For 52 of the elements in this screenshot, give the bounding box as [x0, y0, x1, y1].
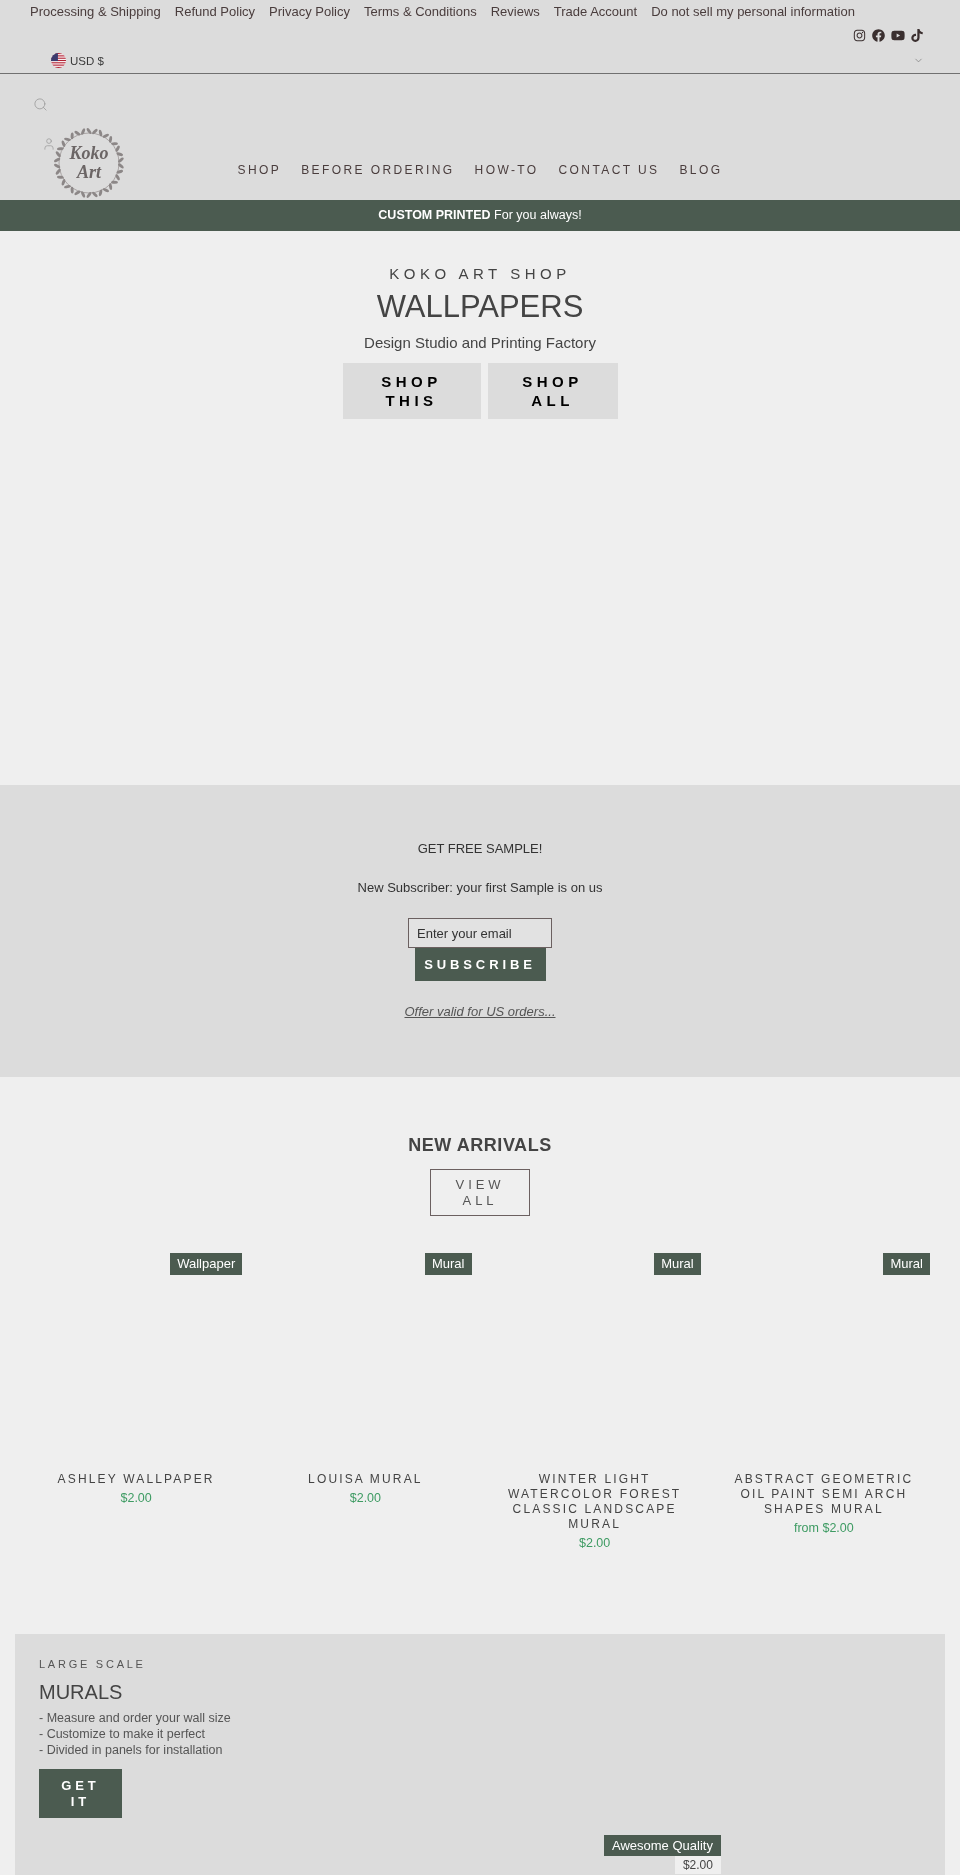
product-title[interactable]: LOUISA MURAL [259, 1472, 472, 1487]
youtube-icon[interactable] [891, 29, 905, 42]
murals-kicker: LARGE SCALE [39, 1657, 146, 1672]
tiktok-icon[interactable] [911, 29, 923, 42]
product-price: $2.00 [119, 1491, 153, 1506]
top-link[interactable]: Refund Policy [174, 4, 256, 20]
hero-title: WALLPAPERS [376, 289, 584, 325]
nav-link[interactable]: BLOG [679, 163, 723, 178]
offer-link[interactable]: Offer valid for US orders... [404, 1004, 556, 1020]
shop-button[interactable]: SHOP THIS [342, 363, 481, 419]
email-field[interactable]: Enter your email [408, 918, 552, 948]
murals-bullet: - Measure and order your wall size [39, 1710, 231, 1726]
top-link[interactable]: Processing & Shipping [30, 4, 161, 20]
top-link[interactable]: Trade Account [553, 4, 638, 20]
flag-icon [51, 53, 66, 68]
product-price: $2.00 [348, 1491, 382, 1506]
section-title: NEW ARRIVALS [408, 1134, 552, 1156]
product-price: from $2.00 [793, 1521, 855, 1536]
nav-link[interactable]: HOW-TO [474, 163, 539, 178]
product-tag: Awesome Quality [604, 1835, 721, 1856]
product-tag: Mural [883, 1253, 930, 1275]
nav-link[interactable]: BEFORE ORDERING [301, 163, 455, 178]
shop-button[interactable]: SHOP ALL [487, 363, 618, 419]
nav-link[interactable]: CONTACT US [558, 163, 660, 178]
newsletter-title: GET FREE SAMPLE! [417, 841, 543, 857]
view-all-button[interactable]: VIEW ALL [430, 1169, 530, 1216]
product-tag: Wallpaper [170, 1253, 243, 1275]
nav-link[interactable]: SHOP [237, 163, 282, 178]
subscribe-button[interactable]: SUBSCRIBE [414, 948, 546, 981]
announcement-text: CUSTOM PRINTED For you always! [378, 207, 582, 225]
product-price: $2.00 [578, 1536, 612, 1551]
product-price: $2.00 [674, 1856, 721, 1874]
get-it-button[interactable]: GET IT [39, 1769, 122, 1818]
product-title[interactable]: ABSTRACT GEOMETRIC OIL PAINT SEMI ARCH SHAPES MURAL [717, 1472, 930, 1517]
wreath-icon [52, 126, 126, 200]
murals-bullet: - Divided in panels for installation [39, 1742, 224, 1758]
top-link[interactable]: Terms & Conditions [363, 4, 477, 20]
product-title[interactable]: WINTER LIGHT WATERCOLOR FOREST CLASSIC LANDSCAPE MURAL [488, 1472, 701, 1532]
currency-select[interactable]: USD $ [51, 53, 924, 68]
top-link[interactable]: Privacy Policy [269, 4, 350, 20]
facebook-icon[interactable] [872, 29, 885, 42]
hero-subtitle: Design Studio and Printing Factory [364, 334, 596, 352]
product-tag: Mural [654, 1253, 701, 1275]
newsletter-text: New Subscriber: your first Sample is on us [357, 880, 603, 896]
instagram-icon[interactable] [853, 29, 866, 42]
product-title[interactable]: ASHLEY WALLPAPER [30, 1472, 243, 1487]
hero-kicker: KOKO ART SHOP [389, 265, 571, 283]
product-tag: Mural [425, 1253, 472, 1275]
murals-bullet: - Customize to make it perfect [39, 1726, 207, 1742]
murals-title: MURALS [39, 1680, 123, 1704]
top-link[interactable]: Do not sell my personal information [651, 4, 855, 20]
top-link[interactable]: Reviews [490, 4, 540, 20]
